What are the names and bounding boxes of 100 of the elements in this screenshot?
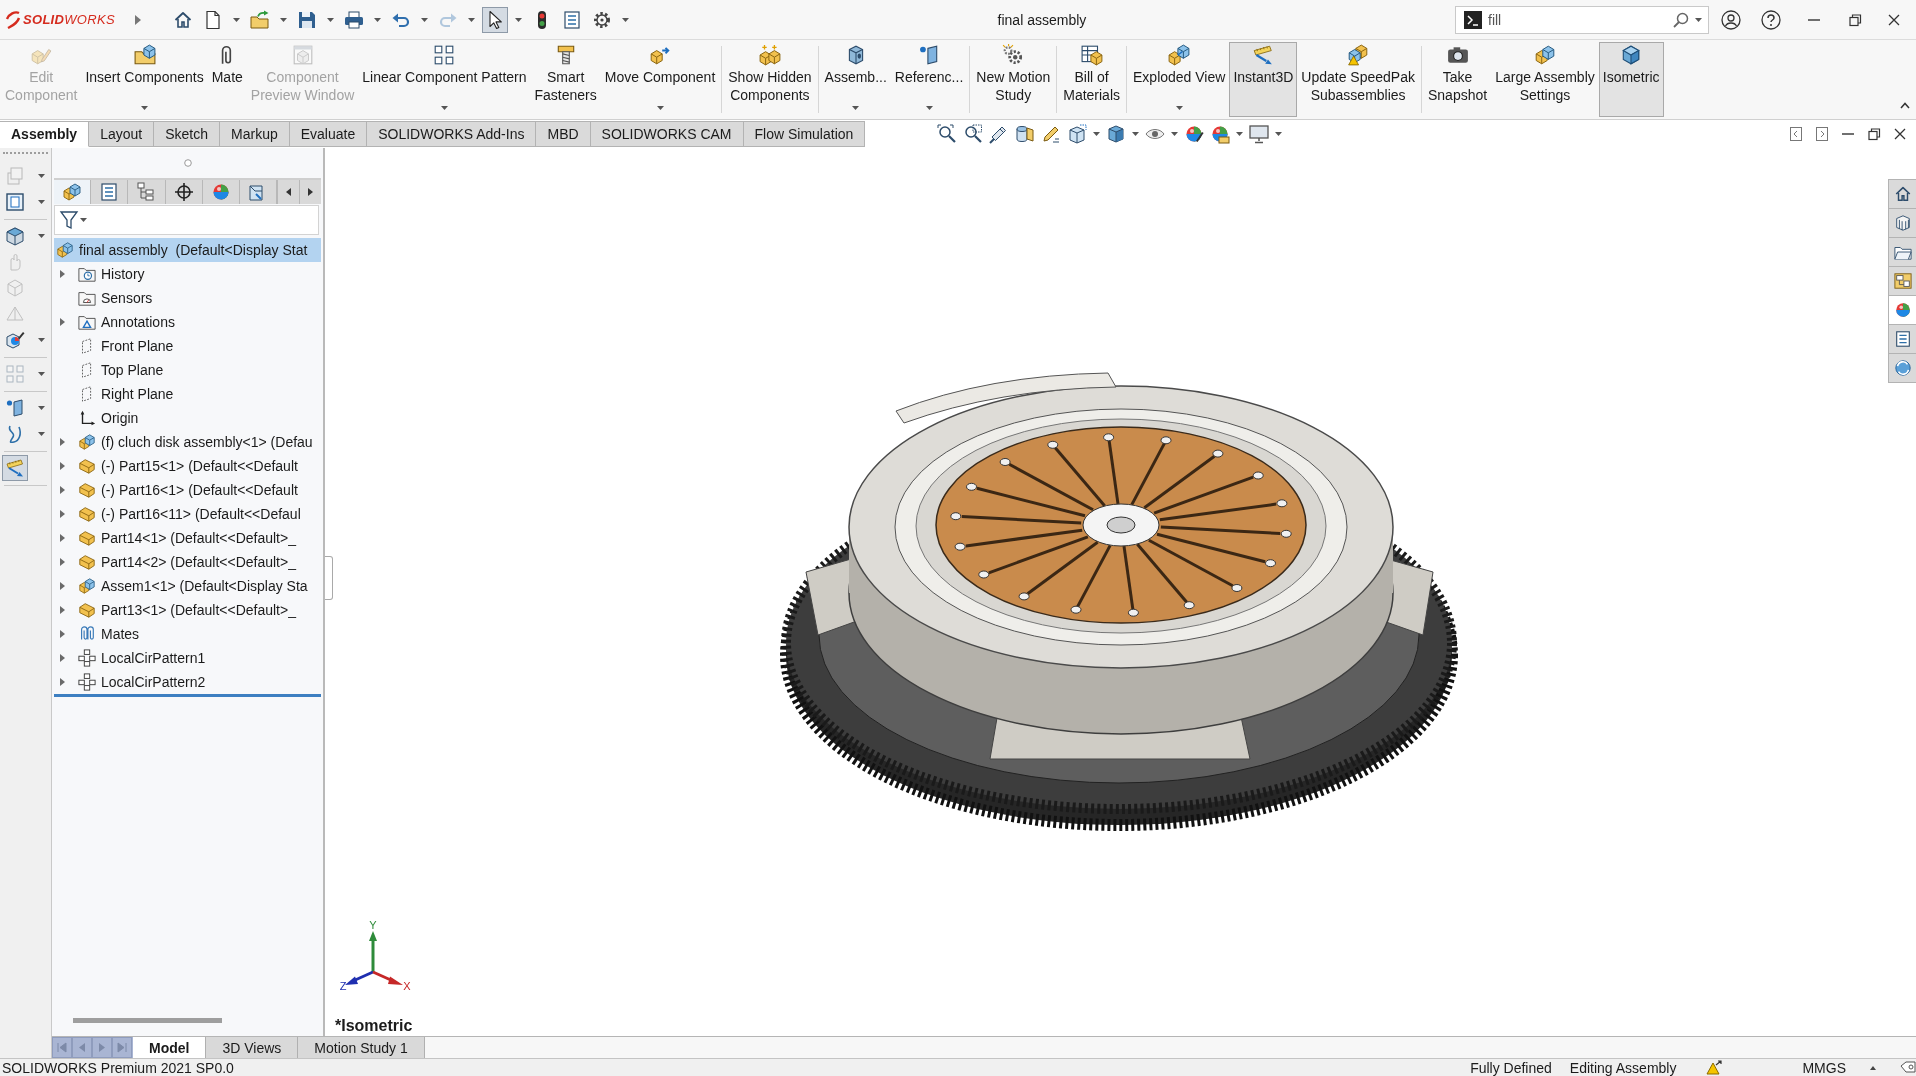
ribbon-button[interactable]: Bill of Materials	[1059, 42, 1124, 117]
command-tab[interactable]: Assembly	[0, 121, 90, 147]
command-tab[interactable]: Sketch	[154, 121, 220, 147]
command-tab[interactable]: Layout	[89, 121, 155, 147]
task-pane-tab[interactable]	[1888, 266, 1916, 296]
caret-icon[interactable]	[38, 432, 45, 436]
right-caret-icon[interactable]	[308, 188, 314, 196]
command-tab[interactable]: Markup	[220, 121, 290, 147]
up-caret-icon[interactable]	[1900, 102, 1910, 109]
filter-icon[interactable]	[60, 211, 78, 229]
command-tab[interactable]: Evaluate	[289, 121, 368, 147]
expand-arrow-icon[interactable]	[60, 486, 65, 494]
caret-icon[interactable]	[38, 338, 45, 342]
ribbon-button[interactable]: Exploded View	[1129, 42, 1230, 117]
tree-item[interactable]: Front Plane	[54, 334, 321, 358]
warning-arrow-icon[interactable]	[1706, 1060, 1723, 1075]
folder-arrow-icon[interactable]	[249, 9, 270, 30]
restore-icon[interactable]	[1849, 13, 1861, 26]
command-tab[interactable]: MBD	[536, 121, 591, 147]
close-icon[interactable]	[1888, 13, 1900, 26]
restore-icon[interactable]	[1868, 128, 1880, 140]
framed-box-icon[interactable]	[5, 192, 25, 212]
caret-icon[interactable]	[232, 17, 240, 22]
tree-item[interactable]: final assembly (Default<Display Stat	[54, 238, 321, 262]
view-cube-icon[interactable]	[1067, 124, 1088, 144]
scrollbar-thumb[interactable]	[73, 1018, 222, 1023]
magnifier-icon[interactable]	[937, 124, 958, 144]
caret-icon[interactable]	[80, 218, 87, 222]
caret-icon[interactable]	[38, 234, 45, 238]
view-tab[interactable]: 3D Views	[206, 1037, 299, 1058]
right-caret-icon[interactable]	[134, 14, 141, 25]
caret-icon[interactable]	[420, 17, 428, 22]
tree-item[interactable]: (f) cluch disk assembly<1> (Defau	[54, 430, 321, 454]
task-pane-tab[interactable]	[1888, 353, 1916, 383]
caret-icon[interactable]	[621, 17, 629, 22]
caret-icon[interactable]	[1093, 132, 1101, 136]
ribbon-button[interactable]: Large Assembly Settings	[1491, 42, 1599, 117]
expand-arrow-icon[interactable]	[60, 678, 65, 686]
close-icon[interactable]	[1894, 128, 1906, 140]
search-input[interactable]: fill	[1488, 9, 1667, 30]
view-tab[interactable]: Model	[133, 1037, 207, 1058]
caret-icon[interactable]	[1236, 132, 1244, 136]
up-caret-icon[interactable]	[1870, 1065, 1876, 1070]
tile-left-icon[interactable]	[1790, 127, 1802, 141]
house-icon[interactable]	[172, 9, 193, 30]
caret-icon[interactable]	[279, 17, 287, 22]
expand-arrow-icon[interactable]	[60, 510, 65, 518]
minimize-icon[interactable]	[1808, 18, 1820, 21]
tree-item[interactable]: Part13<1> (Default<<Default>_	[54, 598, 321, 622]
caret-icon[interactable]	[1275, 132, 1283, 136]
caret-icon[interactable]	[514, 17, 522, 22]
printer-icon[interactable]	[343, 9, 364, 30]
tree-item[interactable]: Part14<2> (Default<<Default>_	[54, 550, 321, 574]
tree-item[interactable]: Mates	[54, 622, 321, 646]
task-pane-tab[interactable]	[1888, 324, 1916, 354]
pencil-icon[interactable]	[1041, 124, 1062, 144]
caret-icon[interactable]	[326, 17, 334, 22]
sectioned-cylinder-icon[interactable]	[1015, 124, 1036, 144]
tree-item[interactable]: LocalCirPattern2	[54, 670, 321, 694]
ribbon-button[interactable]: Move Component	[600, 42, 720, 117]
ribbon-button[interactable]: Insert Components	[81, 42, 208, 117]
tree-item[interactable]: (-) Part16<1> (Default<<Default	[54, 478, 321, 502]
caret-icon[interactable]	[1695, 17, 1702, 22]
ribbon-button[interactable]: Referenc...	[890, 42, 968, 117]
expand-arrow-icon[interactable]	[60, 318, 65, 326]
ribbon-button[interactable]: Take Snapshot	[1423, 42, 1492, 117]
shaded-box-icon[interactable]	[1106, 124, 1127, 144]
command-tab[interactable]: SOLIDWORKS Add-Ins	[367, 121, 537, 147]
tree-item[interactable]: Sensors	[54, 286, 321, 310]
command-tab[interactable]: SOLIDWORKS CAM	[590, 121, 744, 147]
color-ball-scene-icon[interactable]	[1210, 124, 1231, 144]
view-tab[interactable]: Motion Study 1	[298, 1037, 425, 1058]
expand-arrow-icon[interactable]	[60, 438, 65, 446]
monitor-icon[interactable]	[1249, 124, 1270, 144]
expand-arrow-icon[interactable]	[60, 582, 65, 590]
box-color-ball-icon[interactable]	[5, 330, 25, 350]
grip-handle-icon[interactable]	[183, 159, 192, 167]
color-ball-pencil-icon[interactable]	[1184, 124, 1205, 144]
units-selector[interactable]: MMGS	[1802, 1059, 1846, 1076]
tree-item[interactable]: (-) Part15<1> (Default<<Default	[54, 454, 321, 478]
ribbon-button[interactable]: Mate	[207, 42, 247, 117]
search-icon[interactable]	[1673, 11, 1689, 28]
caret-icon[interactable]	[1132, 132, 1140, 136]
caret-icon[interactable]	[1171, 132, 1179, 136]
tree-item[interactable]: (-) Part16<11> (Default<<Defaul	[54, 502, 321, 526]
search-field[interactable]: fill	[1455, 5, 1709, 34]
caret-icon[interactable]	[38, 406, 45, 410]
left-caret-icon[interactable]	[286, 188, 292, 196]
command-tab[interactable]: Flow Simulation	[743, 121, 866, 147]
ribbon-button[interactable]: New Motion Study	[972, 42, 1055, 117]
skip-start-icon[interactable]	[52, 1037, 72, 1058]
task-pane-tab[interactable]	[1888, 237, 1916, 267]
settings-icon[interactable]	[591, 9, 612, 30]
tag-icon[interactable]	[1900, 1060, 1916, 1075]
list-icon[interactable]	[561, 9, 582, 30]
caret-icon[interactable]	[38, 200, 45, 204]
expand-arrow-icon[interactable]	[60, 654, 65, 662]
tree-item[interactable]: LocalCirPattern1	[54, 646, 321, 670]
shaded-cube-icon[interactable]	[5, 226, 25, 246]
tree-item[interactable]: History	[54, 262, 321, 286]
